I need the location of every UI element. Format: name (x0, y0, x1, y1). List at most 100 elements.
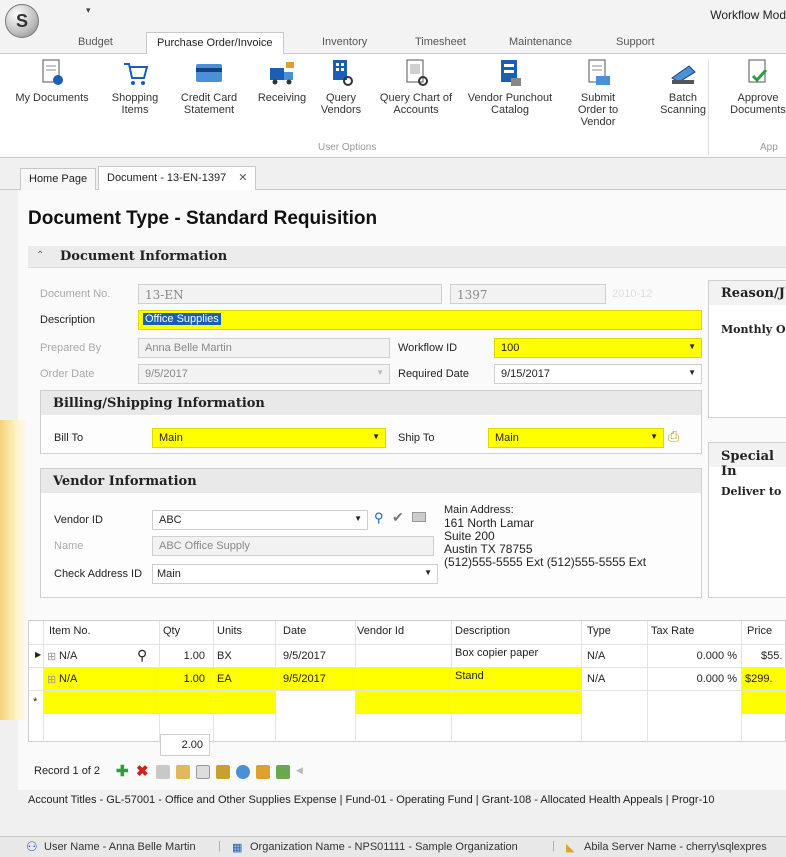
quick-access-toolbar[interactable]: ▾ (86, 5, 91, 16)
document-icon[interactable] (196, 765, 210, 779)
scroll-left-icon[interactable]: ◀ (296, 765, 310, 779)
special-instructions-text[interactable]: Deliver to (721, 485, 781, 498)
vendor-information-header: Vendor Information (41, 469, 701, 493)
col-header-vendor-id[interactable]: Vendor Id (357, 625, 404, 637)
cell-description[interactable]: Stand (455, 670, 484, 682)
ship-to-select[interactable]: Main ▼ (488, 428, 664, 448)
cell-item-no[interactable]: N/A (59, 673, 77, 685)
credit-card-statement-button[interactable]: Credit Card Statement (174, 58, 244, 116)
cell-date[interactable]: 9/5/2017 (283, 673, 326, 685)
cell-units[interactable]: EA (217, 673, 232, 685)
validate-check-icon[interactable]: ✔ (392, 509, 404, 526)
dropdown-arrow-icon: ▼ (376, 368, 384, 377)
col-header-tax-rate[interactable]: Tax Rate (651, 625, 694, 637)
col-header-date[interactable]: Date (283, 625, 306, 637)
new-row[interactable]: * (29, 690, 786, 714)
vendor-id-select[interactable]: ABC ▼ (152, 510, 368, 530)
required-date-picker[interactable]: 9/15/2017 ▼ (494, 364, 702, 384)
reason-header: Reason/J (709, 281, 786, 305)
add-record-icon[interactable]: ✚ (116, 762, 130, 780)
close-tab-icon[interactable]: ✕ (238, 172, 247, 184)
order-date-field: 9/5/2017 ▼ (138, 364, 390, 384)
cell-item-no[interactable]: N/A (59, 650, 77, 662)
cell-qty[interactable]: 1.00 (159, 650, 205, 662)
vendor-card-icon[interactable] (412, 512, 426, 522)
cell-date[interactable]: 9/5/2017 (283, 650, 326, 662)
grid-line (213, 621, 214, 743)
tab-inventory[interactable]: Inventory (322, 36, 367, 48)
query-chart-of-accounts-label: Query Chart of Accounts (379, 92, 453, 116)
tab-purchase-order-invoice[interactable]: Purchase Order/Invoice (146, 32, 284, 55)
cell-type[interactable]: N/A (587, 650, 605, 662)
cell-price[interactable]: $55. (761, 650, 782, 662)
status-server: Abila Server Name - cherry\sqlexpres (584, 841, 767, 853)
tab-timesheet[interactable]: Timesheet (415, 36, 466, 48)
attachment-icon[interactable] (276, 765, 290, 779)
shopping-items-button[interactable]: Shopping Items (110, 58, 160, 116)
batch-scanning-button[interactable]: Batch Scanning (660, 58, 706, 116)
billing-shipping-header: Billing/Shipping Information (41, 391, 701, 415)
tab-budget[interactable]: Budget (78, 36, 113, 48)
folder-icon[interactable] (176, 765, 190, 779)
query-vendors-button[interactable]: Query Vendors (318, 58, 364, 116)
col-header-type[interactable]: Type (587, 625, 611, 637)
ribbon-group-label: User Options (318, 142, 377, 153)
credit-card-icon (196, 64, 222, 82)
table-row[interactable]: ⊞ N/A 1.00 EA 9/5/2017 Stand N/A 0.000 %… (29, 667, 786, 691)
ship-to-address-icon[interactable]: ⎙ (668, 428, 679, 445)
approve-documents-label: Approve Documents (730, 92, 786, 116)
status-divider: | (552, 840, 555, 852)
expand-icon[interactable]: ⊞ (47, 673, 56, 686)
prepared-by-field: Anna Belle Martin (138, 338, 390, 358)
expand-icon[interactable]: ⊞ (47, 650, 56, 663)
tab-document[interactable]: Document - 13-EN-1397 ✕ (98, 166, 257, 191)
cell-tax-rate[interactable]: 0.000 % (651, 650, 737, 662)
document-information-title: Document Information (60, 249, 228, 264)
bill-to-label: Bill To (54, 432, 84, 444)
receiving-button[interactable]: Receiving (252, 58, 312, 104)
undo-icon[interactable] (156, 765, 170, 779)
document-no-number-field: 1397 (450, 284, 606, 304)
ribbon: My Documents Shopping Items Credit Card … (0, 54, 786, 158)
cell-tax-rate[interactable]: 0.000 % (651, 673, 737, 685)
tab-support[interactable]: Support (616, 36, 655, 48)
vendor-punchout-catalog-button[interactable]: Vendor Punchout Catalog (460, 58, 560, 116)
vendor-lookup-icon[interactable]: ⚲ (374, 510, 384, 526)
bill-to-select[interactable]: Main ▼ (152, 428, 386, 448)
reason-text[interactable]: Monthly O (721, 323, 786, 336)
money-bag-icon[interactable] (216, 765, 230, 779)
query-chart-of-accounts-button[interactable]: Query Chart of Accounts (376, 58, 456, 116)
shopping-cart-icon (124, 63, 149, 85)
print-icon[interactable] (256, 765, 270, 779)
cell-units[interactable]: BX (217, 650, 232, 662)
col-header-units[interactable]: Units (217, 625, 242, 637)
order-date-label: Order Date (40, 368, 95, 380)
cell-type[interactable]: N/A (587, 673, 605, 685)
document-information-header[interactable]: ⌃ Document Information (28, 246, 786, 268)
col-header-price[interactable]: Price (747, 625, 772, 637)
cell-description[interactable]: Box copier paper (455, 647, 538, 659)
col-header-description[interactable]: Description (455, 625, 510, 637)
col-header-item-no[interactable]: Item No. (49, 625, 91, 637)
app-logo-icon[interactable]: S (5, 4, 39, 38)
approve-documents-button[interactable]: Approve Documents (726, 58, 786, 116)
col-header-qty[interactable]: Qty (163, 625, 180, 637)
required-date-value: 9/15/2017 (501, 368, 550, 380)
my-documents-button[interactable]: My Documents (2, 58, 102, 104)
item-search-icon[interactable]: ⚲ (137, 647, 147, 664)
cell-price[interactable]: $299. (745, 673, 773, 685)
check-address-select[interactable]: Main ▼ (152, 564, 438, 584)
globe-icon[interactable] (236, 765, 250, 779)
tab-home-page[interactable]: Home Page (20, 168, 97, 190)
tab-maintenance[interactable]: Maintenance (509, 36, 572, 48)
cell-qty[interactable]: 1.00 (159, 673, 205, 685)
collapse-chevron-icon[interactable]: ⌃ (36, 250, 44, 261)
query-vendors-label: Query Vendors (320, 92, 362, 116)
workflow-id-select[interactable]: 100 ▼ (494, 338, 702, 358)
submit-order-to-vendor-button[interactable]: Submit Order to Vendor (566, 58, 630, 128)
delete-record-icon[interactable]: ✖ (136, 762, 150, 780)
table-row[interactable]: ▶ ⊞ N/A ⚲ 1.00 BX 9/5/2017 Box copier pa… (29, 644, 786, 667)
description-input[interactable]: Office Supplies (138, 310, 702, 330)
vendor-name-label: Name (54, 540, 84, 552)
document-no-prefix-field: 13-EN (138, 284, 442, 304)
